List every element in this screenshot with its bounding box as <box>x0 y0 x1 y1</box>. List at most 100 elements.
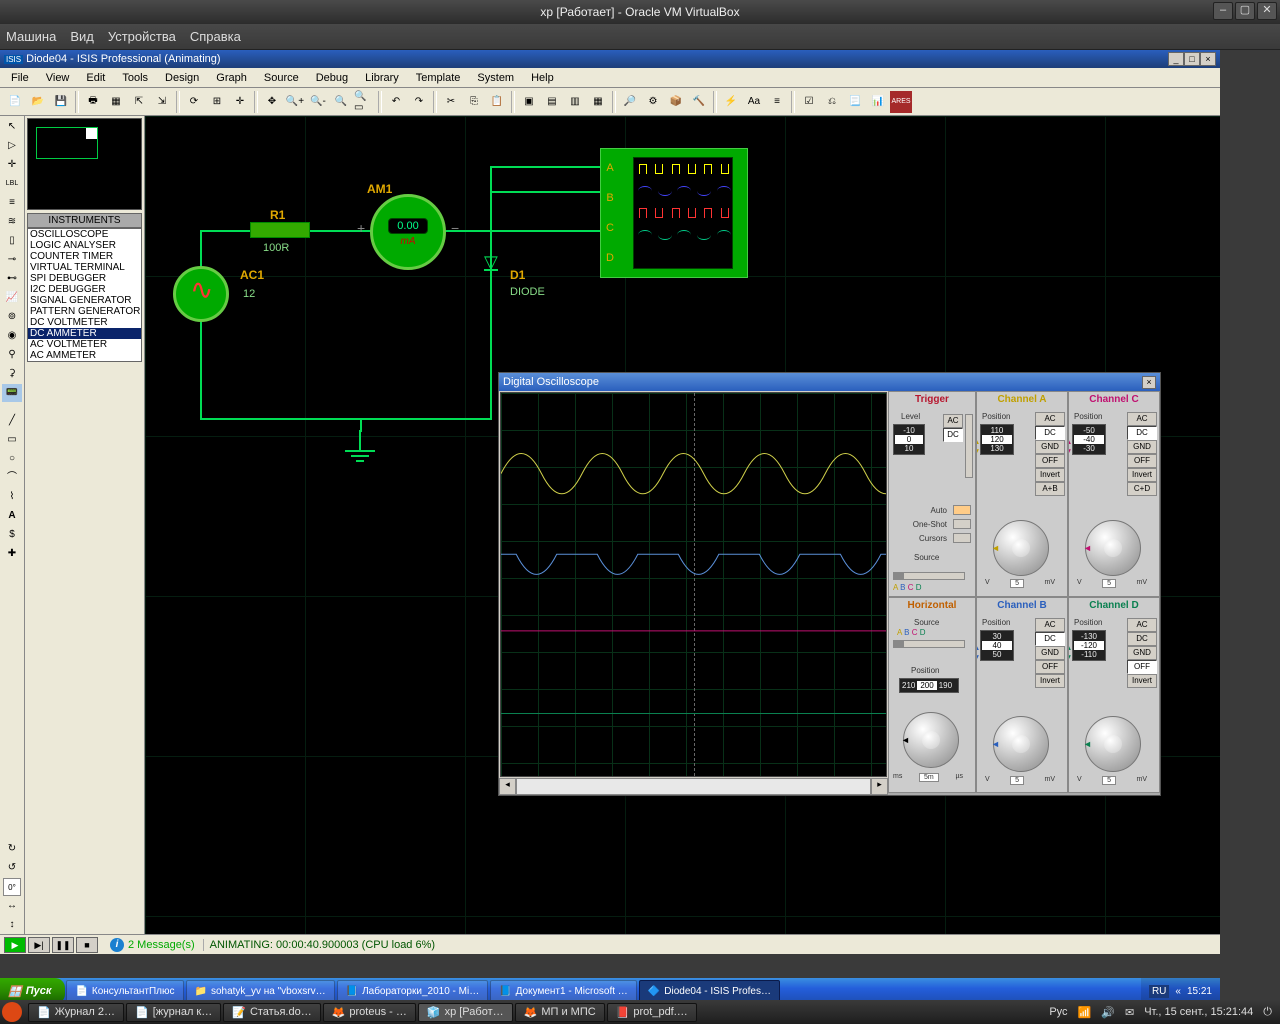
chd-invert-button[interactable]: Invert <box>1127 674 1157 688</box>
scope-component[interactable]: A B C D <box>600 148 748 278</box>
ubuntu-task[interactable]: 🦊proteus - … <box>323 1003 416 1022</box>
xp-task-item[interactable]: 📘Документ1 - Microsoft … <box>490 980 637 1002</box>
cha-invert-button[interactable]: Invert <box>1035 468 1065 482</box>
menu-graph[interactable]: Graph <box>209 70 254 86</box>
list-item[interactable]: AC VOLTMETER <box>28 339 141 350</box>
tb-report-icon[interactable]: 📊 <box>867 91 889 113</box>
chd-dc-button[interactable]: DC <box>1127 632 1157 646</box>
tool-symbol-icon[interactable]: $ <box>2 526 22 544</box>
chc-volts-dial[interactable] <box>1085 520 1141 576</box>
tool-generator-icon[interactable]: ◉ <box>2 327 22 345</box>
cha-position-spinner[interactable]: 110120130 <box>980 424 1014 455</box>
status-messages-button[interactable]: i2 Message(s) <box>102 938 203 952</box>
osc-horizontal-scrollbar[interactable]: ◂ ▸ <box>499 778 888 795</box>
isis-minimize-button[interactable]: _ <box>1168 52 1184 66</box>
sim-pause-button[interactable]: ❚❚ <box>52 937 74 953</box>
d1-name[interactable]: D1 <box>510 268 525 282</box>
horizontal-time-dial[interactable] <box>903 712 959 768</box>
tb-grid-icon[interactable]: ⊞ <box>206 91 228 113</box>
menu-debug[interactable]: Debug <box>309 70 355 86</box>
cha-gnd-button[interactable]: GND <box>1035 440 1065 454</box>
tb-blockdelete-icon[interactable]: ▦ <box>587 91 609 113</box>
tb-save-icon[interactable]: 💾 <box>50 91 72 113</box>
oscilloscope-window[interactable]: Digital Oscilloscope × <box>498 372 1161 796</box>
list-item[interactable]: COUNTER TIMER <box>28 251 141 262</box>
sim-step-button[interactable]: ▶| <box>28 937 50 953</box>
tb-copy-icon[interactable]: ⎘ <box>463 91 485 113</box>
cha-ac-button[interactable]: AC <box>1035 412 1065 426</box>
tool-box-icon[interactable]: ▭ <box>2 431 22 449</box>
xp-task-item[interactable]: 📁sohatyk_yv на "vboxsrv… <box>186 980 335 1002</box>
tb-undo-icon[interactable]: ↶ <box>385 91 407 113</box>
horizontal-source-slider[interactable] <box>893 640 965 648</box>
list-item[interactable]: I2C DEBUGGER <box>28 284 141 295</box>
cha-off-button[interactable]: OFF <box>1035 454 1065 468</box>
tb-decompose-icon[interactable]: 🔨 <box>688 91 710 113</box>
tb-erc-icon[interactable]: ☑ <box>798 91 820 113</box>
ubuntu-task[interactable]: 📄Журнал 2… <box>28 1003 124 1022</box>
cha-ab-button[interactable]: A+B <box>1035 482 1065 496</box>
ac-source[interactable] <box>173 266 229 322</box>
isis-close-button[interactable]: × <box>1200 52 1216 66</box>
list-item[interactable]: DC AMMETER <box>28 328 141 339</box>
host-menu-bar[interactable]: Машина Вид Устройства Справка <box>0 24 1280 50</box>
isis-title-bar[interactable]: ISISDiode04 - ISIS Professional (Animati… <box>0 50 1220 68</box>
ammeter-am1[interactable]: 0.00 mA <box>370 194 446 270</box>
tool-circle-icon[interactable]: ○ <box>2 450 22 468</box>
chd-off-button[interactable]: OFF <box>1127 660 1157 674</box>
tb-refresh-icon[interactable]: ⟳ <box>183 91 205 113</box>
tb-open-icon[interactable]: 📂 <box>27 91 49 113</box>
trigger-edge-slider[interactable] <box>965 414 973 478</box>
tool-angle-input[interactable]: 0° <box>3 878 21 896</box>
ubuntu-clock[interactable]: Чт., 15 сент., 15:21:44 <box>1144 1006 1253 1018</box>
menu-help[interactable]: Help <box>524 70 561 86</box>
menu-file[interactable]: File <box>4 70 36 86</box>
tool-flip-v-icon[interactable]: ↕ <box>2 916 22 934</box>
ubuntu-task-active[interactable]: 🧊xp [Работ… <box>418 1003 513 1022</box>
channel-a-panel[interactable]: Channel A Position 110120130 ▲▼ AC DC GN… <box>976 391 1068 597</box>
tb-zoomout-icon[interactable]: 🔍- <box>307 91 329 113</box>
chc-invert-button[interactable]: Invert <box>1127 468 1157 482</box>
tb-origin-icon[interactable]: ✛ <box>229 91 251 113</box>
ubuntu-task[interactable]: 📕prot_pdf.… <box>607 1003 697 1022</box>
ground-symbol[interactable] <box>345 430 375 462</box>
tb-wireauto-icon[interactable]: ⚡ <box>720 91 742 113</box>
menu-template[interactable]: Template <box>409 70 468 86</box>
tool-line-icon[interactable]: ╱ <box>2 412 22 430</box>
isis-menu-bar[interactable]: File View Edit Tools Design Graph Source… <box>0 68 1220 88</box>
chd-volts-dial[interactable] <box>1085 716 1141 772</box>
menu-tools[interactable]: Tools <box>115 70 155 86</box>
tb-netlist-icon[interactable]: ⎌ <box>821 91 843 113</box>
tb-new-icon[interactable]: 📄 <box>4 91 26 113</box>
ac1-name[interactable]: AC1 <box>240 268 264 282</box>
sim-stop-button[interactable]: ■ <box>76 937 98 953</box>
chb-ac-button[interactable]: AC <box>1035 618 1065 632</box>
trigger-dc-button[interactable]: DC <box>943 428 963 442</box>
tool-arc-icon[interactable]: ⌒ <box>2 469 22 487</box>
channel-c-panel[interactable]: Channel C Position -50-40-30 ▲▼ AC DC GN… <box>1068 391 1160 597</box>
host-menu-machine[interactable]: Машина <box>6 29 56 44</box>
tool-select-icon[interactable]: ↖ <box>2 118 22 136</box>
host-minimize-button[interactable]: – <box>1213 2 1233 20</box>
xp-task-item[interactable]: 📘Лабораторки_2010 - Mi… <box>337 980 489 1002</box>
tool-marker-icon[interactable]: ✚ <box>2 545 22 563</box>
tool-script-icon[interactable]: ≡ <box>2 194 22 212</box>
tool-label-icon[interactable]: LBL <box>2 175 22 193</box>
chd-ac-button[interactable]: AC <box>1127 618 1157 632</box>
ubuntu-network-icon[interactable]: 📶 <box>1078 1006 1092 1019</box>
trigger-auto-toggle[interactable] <box>953 505 971 515</box>
osc-close-button[interactable]: × <box>1142 376 1156 389</box>
channel-b-panel[interactable]: Channel B Position 304050 ▲▼ AC DC GND O… <box>976 597 1068 793</box>
tool-graph-icon[interactable]: 📈 <box>2 289 22 307</box>
osc-display-screen[interactable] <box>500 392 887 777</box>
tool-path-icon[interactable]: ⌇ <box>2 488 22 506</box>
trigger-level-spinner[interactable]: -10010 <box>893 424 925 455</box>
trigger-panel[interactable]: Trigger Level -10010 AC DC Auto <box>888 391 976 597</box>
chb-dc-button[interactable]: DC <box>1035 632 1065 646</box>
ubuntu-power-icon[interactable]: ⏻ <box>1263 1006 1272 1019</box>
menu-source[interactable]: Source <box>257 70 306 86</box>
menu-view[interactable]: View <box>39 70 77 86</box>
chc-off-button[interactable]: OFF <box>1127 454 1157 468</box>
chc-position-spinner[interactable]: -50-40-30 <box>1072 424 1106 455</box>
trigger-oneshot-toggle[interactable] <box>953 519 971 529</box>
